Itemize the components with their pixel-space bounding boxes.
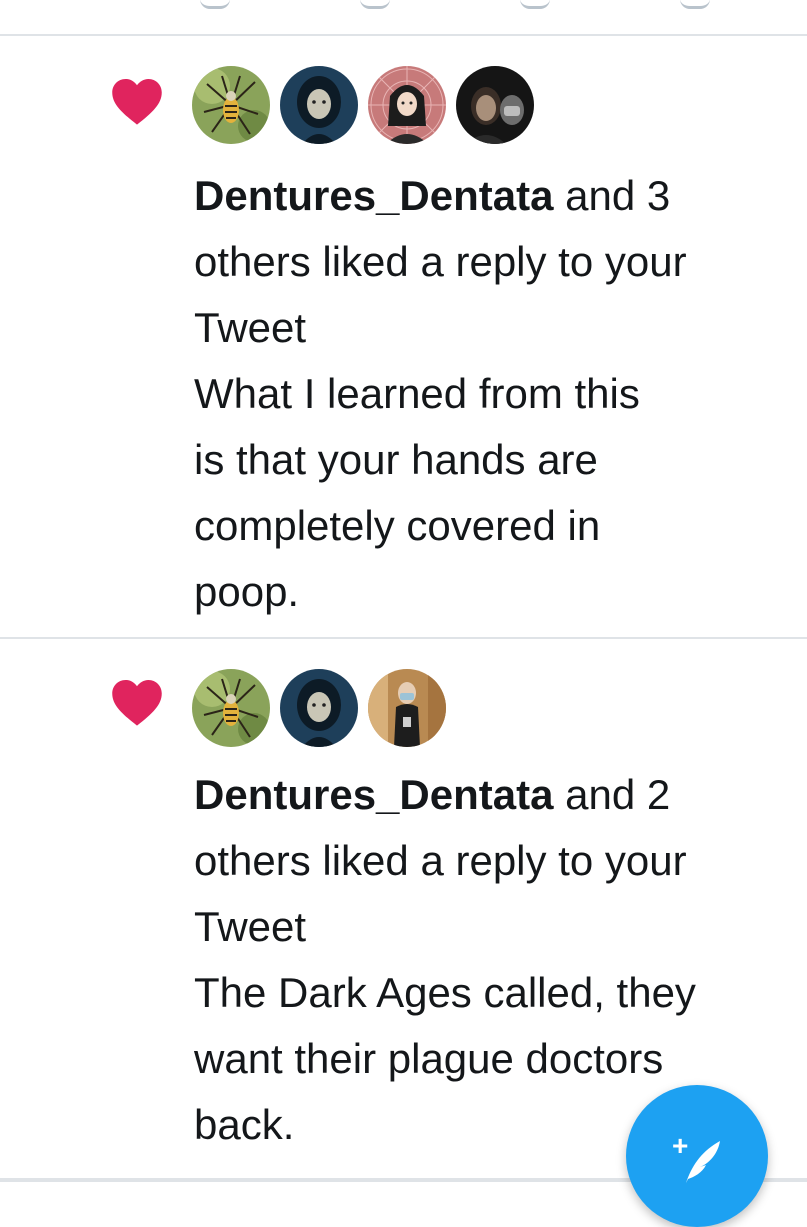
- avatar-dark-selfie[interactable]: [456, 66, 534, 144]
- avatar-spider[interactable]: [192, 66, 270, 144]
- headline-line-1: Dentures_Dentata and 2: [194, 771, 671, 818]
- compose-tweet-button[interactable]: +: [626, 1085, 768, 1227]
- like-action-icon[interactable]: [520, 0, 550, 9]
- reply-text-line: completely covered in: [194, 502, 601, 549]
- liker-avatars: [192, 66, 534, 144]
- reply-text-line: poop.: [194, 568, 300, 615]
- compose-plus: +: [672, 1130, 688, 1161]
- avatar-mirror-selfie[interactable]: [368, 669, 446, 747]
- username-link[interactable]: Dentures_Dentata: [194, 172, 553, 219]
- notification-text: Dentures_Dentata and 3 others liked a re…: [194, 163, 784, 625]
- avatar-blue-portrait[interactable]: [280, 66, 358, 144]
- share-action-icon[interactable]: [680, 0, 710, 9]
- avatar-illustrated[interactable]: [368, 66, 446, 144]
- username-link[interactable]: Dentures_Dentata: [194, 771, 553, 818]
- reply-action-icon[interactable]: [200, 0, 230, 9]
- reply-text-line: want their plague doctors: [194, 1035, 664, 1082]
- avatar-blue-portrait[interactable]: [280, 669, 358, 747]
- compose-tweet-icon: +: [672, 1130, 720, 1183]
- reply-text-line: is that your hands are: [194, 436, 598, 483]
- heart-icon: [112, 78, 162, 125]
- like-notification[interactable]: Dentures_Dentata and 3 others liked a re…: [0, 36, 807, 639]
- heart-icon: [112, 679, 162, 726]
- liker-avatars: [192, 669, 446, 747]
- headline-line-1: Dentures_Dentata and 3: [194, 172, 671, 219]
- avatar-spider[interactable]: [192, 669, 270, 747]
- previous-notification-actions: [0, 0, 807, 36]
- retweet-action-icon[interactable]: [360, 0, 390, 9]
- reply-text-line: What I learned from this: [194, 370, 640, 417]
- headline-line-2: others liked a reply to your: [194, 837, 687, 884]
- headline-line-3: Tweet: [194, 903, 307, 950]
- reply-text-line: The Dark Ages called, they: [194, 969, 696, 1016]
- headline-line-2: others liked a reply to your: [194, 238, 687, 285]
- headline-line-3: Tweet: [194, 304, 307, 351]
